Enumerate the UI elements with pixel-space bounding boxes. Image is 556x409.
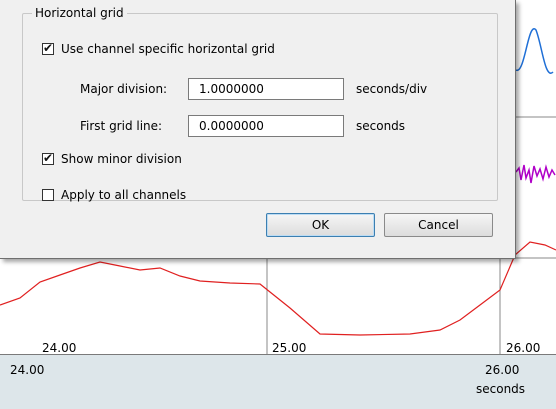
axis-start-label: 24.00 [10, 363, 45, 377]
first-grid-line-input[interactable]: 0.0000000 [188, 115, 344, 137]
use-channel-specific-checkbox[interactable] [42, 41, 54, 55]
show-minor-division-label: Show minor division [61, 152, 182, 166]
first-grid-line-unit: seconds [356, 119, 406, 133]
channel-3-panel [0, 258, 556, 354]
channel-1-panel [515, 0, 556, 110]
horizontal-grid-dialog: Horizontal grid Use channel specific hor… [0, 0, 516, 259]
axis-end-label: 26.00 [485, 363, 520, 377]
tick-label-24: 24.00 [42, 341, 76, 355]
first-grid-line-label: First grid line: [80, 119, 163, 133]
apply-all-channels-row[interactable]: Apply to all channels [42, 188, 186, 202]
tick-label-26: 26.00 [506, 341, 540, 355]
apply-all-channels-checkbox[interactable] [42, 189, 54, 201]
cancel-button[interactable]: Cancel [384, 213, 493, 237]
show-minor-division-row[interactable]: Show minor division [42, 151, 182, 166]
ok-button[interactable]: OK [266, 213, 375, 237]
apply-all-channels-label: Apply to all channels [61, 188, 187, 202]
use-channel-specific-row[interactable]: Use channel specific horizontal grid [42, 41, 275, 56]
show-minor-division-checkbox[interactable] [42, 151, 54, 165]
major-division-unit: seconds/div [356, 82, 428, 96]
use-channel-specific-label: Use channel specific horizontal grid [61, 42, 275, 56]
time-axis-strip: 24.00 26.00 seconds [0, 354, 556, 409]
channel-2-panel [515, 120, 556, 210]
major-division-input[interactable]: 1.0000000 [188, 78, 344, 100]
major-division-label: Major division: [80, 82, 168, 96]
tick-label-25: 25.00 [272, 341, 306, 355]
axis-unit-label: seconds [476, 382, 526, 396]
group-title: Horizontal grid [32, 6, 127, 20]
